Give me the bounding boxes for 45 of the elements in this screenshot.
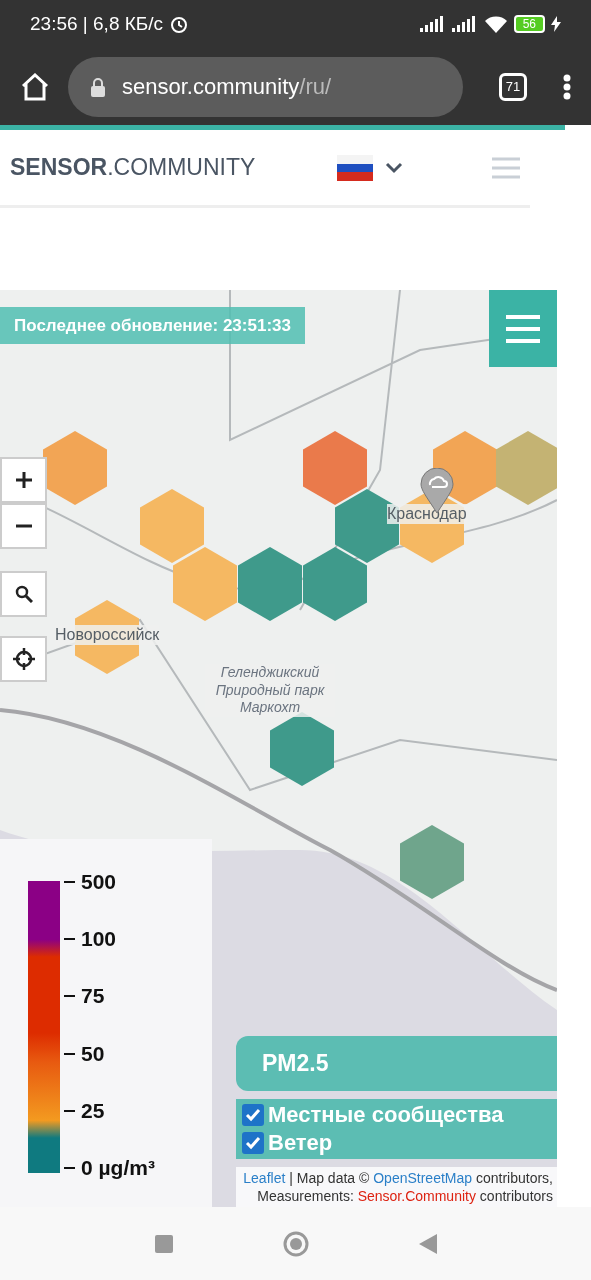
status-time: 23:56 | 6,8 КБ/с	[30, 13, 164, 35]
map-attribution: Leaflet | Map data © OpenStreetMap contributors,	[242, 1169, 553, 1187]
site-logo[interactable]: SENSOR.COMMUNITY	[10, 154, 256, 181]
menu-icon	[506, 314, 540, 343]
menu-icon[interactable]	[492, 156, 520, 179]
back-nav-icon[interactable]	[418, 1233, 437, 1254]
alarm-icon	[169, 14, 190, 34]
scale-tick-label: 500	[81, 870, 117, 894]
address-bar[interactable]: sensor.community/ru/	[68, 56, 463, 117]
zoom-in-button[interactable]	[0, 457, 47, 503]
square-nav-icon[interactable]	[154, 1234, 173, 1253]
minus-icon	[14, 524, 33, 528]
wifi-icon	[483, 15, 508, 33]
signal-icon	[419, 16, 446, 32]
map-attribution: Measurements: Sensor.Community contributors	[256, 1187, 553, 1205]
crosshair-icon	[11, 647, 36, 671]
search-button[interactable]	[0, 571, 47, 617]
circle-nav-icon[interactable]	[282, 1230, 309, 1257]
signal-icon	[451, 16, 478, 32]
scale-tick-label: 75	[81, 984, 105, 1009]
battery-indicator: 56	[513, 15, 545, 33]
checkmark-icon	[245, 1136, 261, 1150]
scale-tick-label: 100	[81, 927, 117, 952]
plus-icon	[14, 471, 33, 489]
lock-icon	[90, 76, 106, 97]
charging-icon	[551, 16, 561, 32]
pollution-hexagon[interactable]	[238, 547, 302, 621]
city-label: Новороссийск	[55, 625, 160, 645]
scale-tick-label: 25	[81, 1098, 105, 1123]
map-menu-button[interactable]	[489, 290, 557, 367]
scale-tick-label: 50	[81, 1041, 105, 1066]
flag-icon[interactable]	[337, 154, 374, 181]
more-options-icon[interactable]	[563, 73, 571, 100]
pollution-hexagon[interactable]	[400, 825, 464, 899]
tab-count-button[interactable]: 71	[499, 72, 527, 101]
chevron-down-icon[interactable]	[385, 161, 404, 174]
city-label: Краснодар	[387, 504, 467, 524]
pollution-hexagon[interactable]	[303, 431, 367, 505]
scale-tick-label: 0 µg/m³	[81, 1155, 155, 1180]
last-update-banner: Последнее обновление: 23:51:33	[0, 307, 305, 344]
home-icon[interactable]	[20, 72, 50, 101]
pollution-hexagon[interactable]	[303, 547, 367, 621]
search-icon	[14, 585, 33, 603]
locate-button[interactable]	[0, 636, 47, 682]
checkmark-icon	[245, 1108, 261, 1122]
